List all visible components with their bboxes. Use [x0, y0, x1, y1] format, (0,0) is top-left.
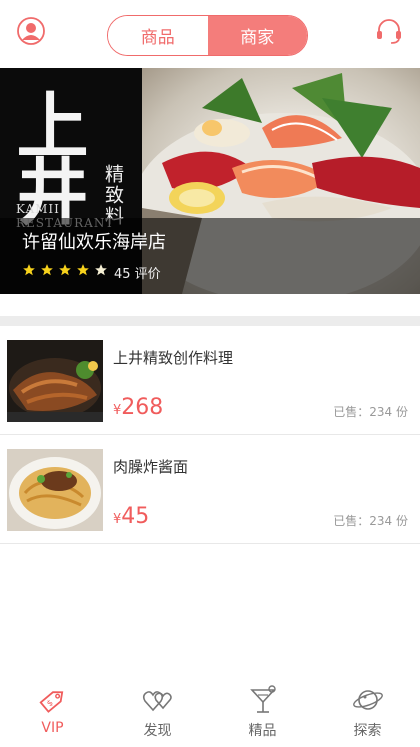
tab-products[interactable]: 商品: [108, 16, 208, 55]
cocktail-icon: [249, 685, 276, 713]
product-name: 上井精致创作料理: [113, 349, 234, 367]
sold-count: 已售：234 份: [333, 405, 408, 419]
top-bar: 商品 商家: [0, 0, 420, 68]
bottom-nav: $ VIP 发现 精品 探索: [0, 676, 420, 747]
tab-merchants[interactable]: 商家: [207, 16, 307, 55]
list-item[interactable]: 肉臊炸酱面 ¥45 已售：234 份: [0, 435, 420, 544]
planet-icon: [352, 690, 383, 710]
section-divider: [0, 316, 420, 326]
shop-name: 许留仙欢乐海岸店: [22, 232, 166, 253]
product-name: 肉臊炸酱面: [113, 458, 189, 476]
product-list: 上井精致创作料理 ¥268 已售：234 份 肉臊炸酱面 ¥45 已售：234 …: [0, 326, 420, 544]
nav-item-featured[interactable]: 精品: [210, 676, 315, 747]
list-item[interactable]: 上井精致创作料理 ¥268 已售：234 份: [0, 326, 420, 435]
product-image: [7, 340, 103, 422]
vip-tag-icon: $: [38, 691, 63, 713]
product-image: [7, 449, 103, 531]
sold-count: 已售：234 份: [333, 514, 408, 528]
star-icon: [23, 264, 35, 276]
star-icon: [95, 264, 107, 276]
product-price: ¥45: [113, 504, 150, 529]
product-price: ¥268: [113, 395, 164, 420]
segment-control: 商品 商家: [107, 15, 308, 56]
shop-banner[interactable]: 上井 精致料 KAMII RESTAURANT 许留仙欢乐海岸店: [0, 68, 420, 294]
star-icon: [59, 264, 71, 276]
nav-item-explore[interactable]: 探索: [315, 676, 420, 747]
nav-item-vip[interactable]: $ VIP: [0, 676, 105, 747]
star-icon: [77, 264, 89, 276]
headset-icon[interactable]: [372, 14, 406, 48]
user-icon[interactable]: [14, 14, 48, 48]
nav-item-discover[interactable]: 发现: [105, 676, 210, 747]
star-icon: [41, 264, 53, 276]
hearts-icon: [142, 691, 172, 712]
review-count: 45 评价: [114, 267, 161, 282]
rating-stars: [22, 263, 108, 277]
